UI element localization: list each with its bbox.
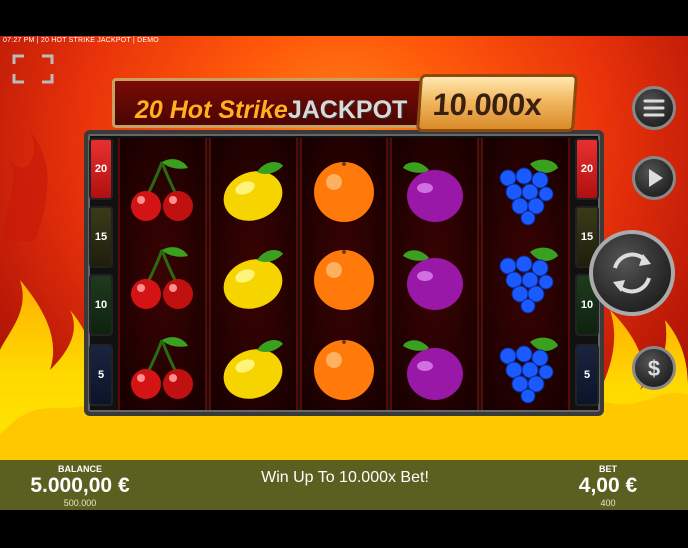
menu-icon <box>643 99 665 117</box>
balance-credits: 500.000 <box>63 498 97 508</box>
payline-column-left: 20 15 10 5 <box>89 138 113 410</box>
lemon-icon <box>223 340 284 399</box>
jackpot-multiplier: 10.000x <box>431 87 543 122</box>
play-icon <box>649 169 663 187</box>
dollar-icon: $ <box>648 356 660 381</box>
lemon-icon <box>223 250 284 309</box>
payline-20-right: 20 <box>575 138 599 200</box>
plum-icon <box>402 250 463 310</box>
orange-icon <box>313 340 374 400</box>
payline-15-left: 15 <box>89 206 113 268</box>
game-title: 20 Hot StrikeJACKPOT <box>135 96 407 125</box>
currency-button[interactable]: $ <box>632 346 676 390</box>
title-jackpot: JACKPOT <box>287 96 408 124</box>
spin-button[interactable] <box>589 230 675 316</box>
payline-5-right: 5 <box>575 344 599 406</box>
payline-10-left: 10 <box>89 274 113 336</box>
payline-5-left: 5 <box>89 344 113 406</box>
cherry-icon <box>131 159 194 221</box>
game-title-banner: 20 Hot StrikeJACKPOT 10.000x <box>112 74 579 134</box>
grapes-icon <box>499 247 558 314</box>
spin-icon <box>613 252 651 294</box>
flame-left-decoration <box>4 131 48 241</box>
reel-5 <box>481 138 570 410</box>
cherry-icon <box>131 337 194 399</box>
title-left-panel: 20 Hot StrikeJACKPOT <box>112 78 424 128</box>
reel-3 <box>299 138 389 410</box>
payline-20-left: 20 <box>89 138 113 200</box>
reel-2 <box>208 138 298 410</box>
orange-icon <box>313 250 374 310</box>
top-black-bar <box>0 0 688 36</box>
balance-label: BALANCE <box>58 464 102 474</box>
bet-value[interactable]: 4,00 € <box>548 474 668 498</box>
menu-button[interactable] <box>632 86 676 130</box>
cherry-icon <box>131 247 194 309</box>
bet-label: BET <box>599 464 617 474</box>
status-text: 07:27 PM | 20 HOT STRIKE JACKPOT | DEMO <box>3 37 159 44</box>
bottom-black-bar <box>0 510 688 548</box>
autoplay-button[interactable] <box>632 156 676 200</box>
title-hot-strike: 20 Hot Strike <box>135 96 288 124</box>
lemon-icon <box>223 162 284 221</box>
jackpot-multiplier-panel: 10.000x <box>415 74 579 132</box>
orange-icon <box>313 162 374 222</box>
reel-1 <box>118 138 207 410</box>
win-message: Win Up To 10.000x Bet! <box>261 469 429 486</box>
reels-area <box>118 138 570 410</box>
reel-4 <box>390 138 480 410</box>
grapes-icon <box>499 159 558 226</box>
svg-text:$: $ <box>648 356 660 381</box>
grapes-icon <box>499 337 558 404</box>
plum-icon <box>402 340 463 400</box>
plum-icon <box>402 162 463 222</box>
bet-credits: 400 <box>600 498 616 508</box>
balance-value: 5.000,00 € <box>30 474 130 497</box>
fullscreen-icon[interactable] <box>12 54 54 84</box>
